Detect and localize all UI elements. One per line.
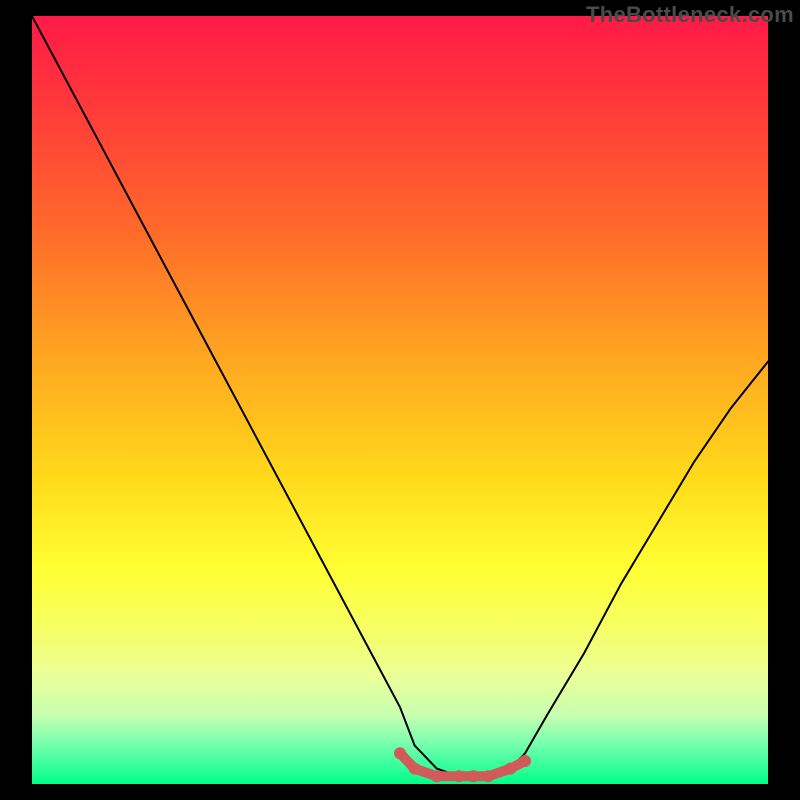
marker-optimal-band [409, 763, 421, 775]
marker-optimal-band [482, 770, 494, 782]
marker-optimal-band [453, 770, 465, 782]
series-bottleneck-curve [32, 16, 768, 776]
marker-optimal-band [468, 770, 480, 782]
marker-optimal-band [431, 770, 443, 782]
marker-optimal-band [504, 763, 516, 775]
chart-frame: TheBottleneck.com [0, 0, 800, 800]
marker-optimal-band [519, 755, 531, 767]
marker-optimal-band [394, 747, 406, 759]
chart-overlay-svg [0, 0, 800, 800]
